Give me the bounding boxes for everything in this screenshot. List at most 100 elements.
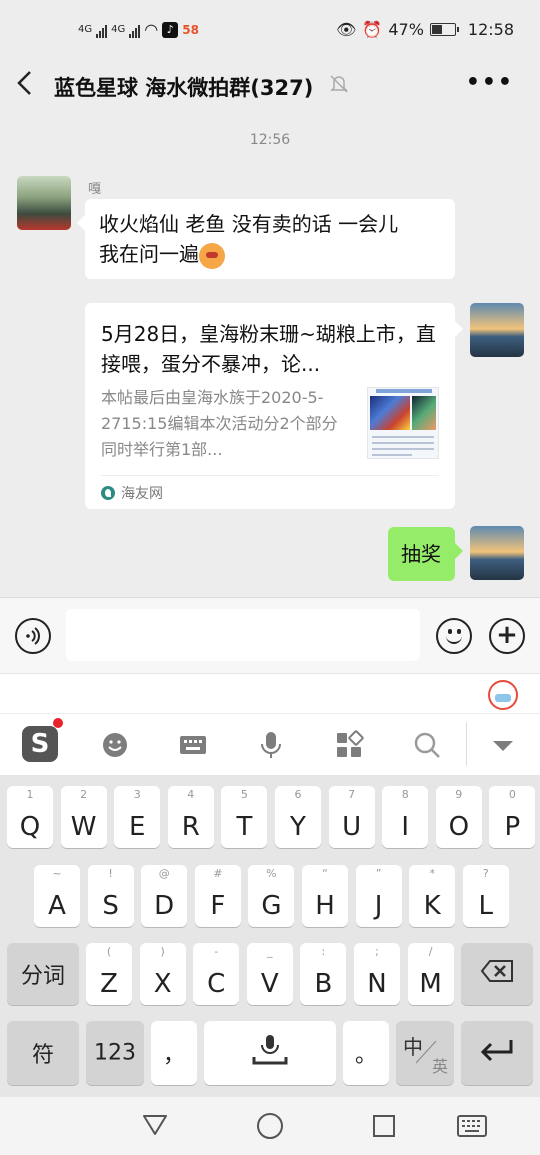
key-v[interactable]: _ V: [246, 943, 293, 1005]
key-p[interactable]: 0P: [489, 786, 536, 848]
divider: [101, 475, 439, 476]
key-o[interactable]: 9O: [435, 786, 482, 848]
key-y[interactable]: 6Y: [275, 786, 321, 848]
key-x[interactable]: ) X: [139, 943, 186, 1005]
battery-fill: [431, 25, 442, 34]
key-s[interactable]: ! S: [87, 865, 134, 927]
smile-icon-eye: [448, 629, 452, 634]
signal-icon: [96, 22, 108, 38]
clock: 12:58: [467, 20, 514, 39]
key-secondary-label: 1: [26, 788, 34, 801]
key-label: A: [48, 891, 66, 921]
key-secondary-label: 6: [294, 788, 302, 801]
my-avatar[interactable]: [470, 303, 524, 357]
my-message-bubble[interactable]: 抽奖: [388, 527, 463, 581]
chat-header: 蓝色星球 海水微拍群(327) •••: [0, 62, 540, 110]
card-source: 海友网: [101, 483, 163, 503]
key-backspace[interactable]: [461, 943, 533, 1005]
key-label: V: [260, 969, 279, 999]
key-symbols[interactable]: 符: [7, 1021, 79, 1085]
key-secondary-label: -: [214, 945, 219, 958]
key-b[interactable]: :B: [300, 943, 347, 1005]
key-secondary-label: 3: [133, 788, 141, 801]
voice-icon[interactable]: [15, 618, 51, 654]
emoji-icon: [199, 242, 225, 269]
key-label: T: [236, 812, 253, 842]
key-secondary-label: !: [108, 867, 113, 880]
ime-mascot-icon[interactable]: [488, 680, 518, 710]
key-secondary-label: #: [213, 867, 223, 880]
key-secondary-label: ~: [52, 867, 62, 880]
key-numbers[interactable]: 123: [86, 1021, 144, 1085]
avatar[interactable]: [17, 176, 71, 230]
nav-keyboard-icon[interactable]: [457, 1115, 487, 1137]
collapse-keyboard-icon[interactable]: [488, 730, 518, 760]
message-bubble[interactable]: 收火焰仙 老鱼 没有卖的话 一会儿 我在问一遍: [77, 199, 455, 279]
more-button[interactable]: •••: [466, 70, 514, 95]
system-nav-bar: [0, 1097, 540, 1155]
key-label: J: [374, 891, 383, 921]
key-secondary-label: @: [158, 867, 170, 880]
key-fenci[interactable]: 分词: [7, 943, 79, 1005]
input-bar: +: [0, 597, 540, 673]
nav-home-icon[interactable]: [257, 1113, 283, 1139]
chevron-left-icon[interactable]: [14, 68, 44, 102]
message-text: 抽奖: [401, 542, 441, 566]
key-r[interactable]: 4R: [167, 786, 214, 848]
key-q[interactable]: 1Q: [7, 786, 53, 848]
keyboard-icon[interactable]: [178, 730, 208, 760]
key-w[interactable]: 2W: [60, 786, 107, 848]
my-avatar[interactable]: [470, 526, 524, 580]
key-t[interactable]: 5T: [221, 786, 268, 848]
key-label: U: [342, 812, 362, 842]
nav-back-icon[interactable]: [142, 1111, 168, 1137]
key-n[interactable]: ; N: [354, 943, 400, 1005]
key-label: E: [128, 812, 146, 842]
key-m[interactable]: / M: [407, 943, 454, 1005]
sogou-logo-icon[interactable]: S: [22, 726, 58, 762]
key-l[interactable]: ? L: [462, 865, 509, 927]
key-h[interactable]: “H: [302, 865, 348, 927]
key-label: D: [154, 891, 175, 921]
card-description: 本帖最后由皇海水族于2020-5-2715:15编辑本次活动分2个部分同时举行第…: [101, 388, 338, 459]
key-i[interactable]: 8I: [382, 786, 429, 848]
key-label: 。: [354, 1043, 377, 1068]
emoji-panel-icon[interactable]: [100, 730, 130, 760]
toolbox-icon[interactable]: [334, 730, 364, 760]
key-secondary-label: ?: [482, 867, 489, 880]
key-c[interactable]: -C: [193, 943, 240, 1005]
card-thumbnail: [367, 387, 439, 459]
key-comma[interactable]: ，: [151, 1021, 197, 1085]
microphone-icon[interactable]: [256, 730, 286, 760]
key-d[interactable]: @ D: [141, 865, 188, 927]
key-label: L: [478, 891, 494, 921]
key-e[interactable]: 3E: [114, 786, 161, 848]
sender-name: 嘎: [88, 182, 102, 197]
key-k[interactable]: * K: [409, 865, 456, 927]
message-input[interactable]: [66, 609, 420, 661]
nav-recent-icon[interactable]: [373, 1115, 395, 1137]
search-icon[interactable]: [412, 730, 442, 760]
key-enter[interactable]: [461, 1021, 533, 1085]
key-g[interactable]: % G: [248, 865, 295, 927]
key-label: C: [207, 969, 226, 999]
space-mic-icon: [204, 1033, 336, 1073]
plus-icon[interactable]: +: [489, 618, 525, 654]
key-u[interactable]: 7U: [328, 786, 375, 848]
key-j[interactable]: ” J: [355, 865, 402, 927]
key-label: O: [448, 812, 470, 842]
notification-dot: [53, 718, 63, 728]
message-text-line1: 收火焰仙 老鱼 没有卖的话 一会儿: [99, 212, 399, 236]
signal-label-2: 4G: [111, 24, 126, 35]
key-z[interactable]: (Z: [86, 943, 132, 1005]
key-a[interactable]: ~ A: [34, 865, 80, 927]
key-lang-switch[interactable]: 中 英: [396, 1021, 454, 1085]
alarm-icon: ⏰: [362, 20, 383, 39]
key-f[interactable]: # F: [194, 865, 241, 927]
key-period[interactable]: 。: [343, 1021, 389, 1085]
link-card[interactable]: 5月28日，皇海粉末珊~瑚粮上市，直接喂，蛋分不暴冲，论... 本帖最后由皇海水…: [85, 303, 463, 509]
backspace-icon: [461, 959, 533, 989]
card-title: 5月28日，皇海粉末珊~瑚粮上市，直接喂，蛋分不暴冲，论...: [101, 322, 436, 376]
smile-icon[interactable]: [436, 618, 472, 654]
key-space[interactable]: [204, 1021, 336, 1085]
